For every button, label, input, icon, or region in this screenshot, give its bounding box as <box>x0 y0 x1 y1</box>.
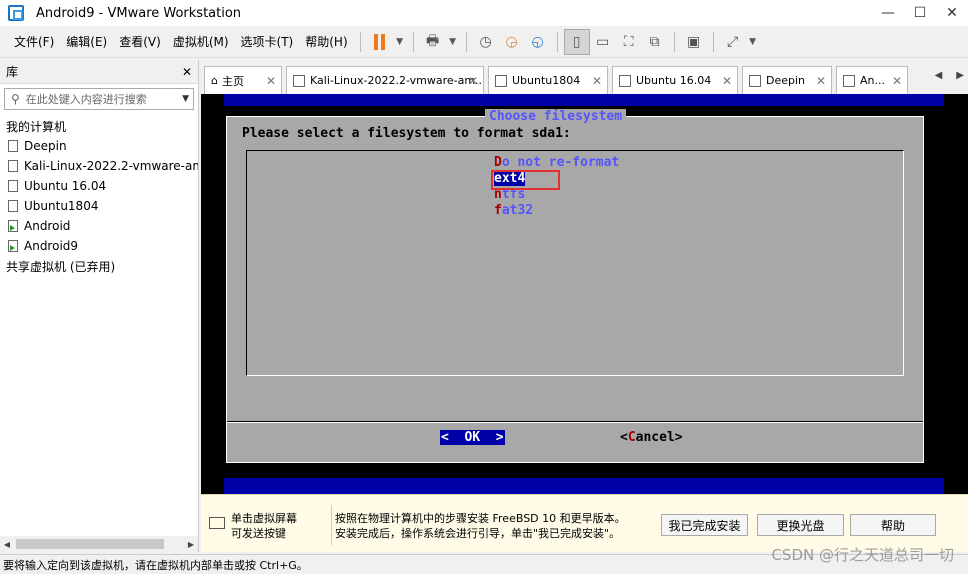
vm-icon <box>749 74 761 87</box>
menu-tabs[interactable]: 选项卡(T) <box>235 33 300 50</box>
send-ctrl-alt-del-button[interactable]: 🖶 <box>420 29 446 55</box>
menu-view[interactable]: 查看(V) <box>113 33 167 50</box>
stretch-guest-button[interactable]: ⤢ <box>720 29 746 55</box>
tab-home[interactable]: ⌂ 主页 ✕ <box>204 66 282 94</box>
stretch-dropdown-button[interactable]: ▼ <box>746 29 760 55</box>
vm-icon <box>8 140 18 152</box>
tab-kali[interactable]: Kali-Linux-2022.2-vmware-am... ✕ <box>286 66 484 94</box>
tab-close-icon[interactable]: ✕ <box>468 74 478 88</box>
tab-android[interactable]: An... ✕ <box>836 66 908 94</box>
tab-close-icon[interactable]: ✕ <box>816 74 826 88</box>
filesystem-dialog: Choose filesystem Please select a filesy… <box>226 109 924 463</box>
hint-instructions: 按照在物理计算机中的步骤安装 FreeBSD 10 和更早版本。 安装完成后，操… <box>335 512 626 540</box>
vm-tabs: ⌂ 主页 ✕ Kali-Linux-2022.2-vmware-am... ✕ Ubu… <box>200 60 968 94</box>
vm-tree: 我的计算机 Deepin Kali-Linux-2022.2-vmware-am… <box>0 116 198 276</box>
cancel-button[interactable]: <Cancel> <box>620 430 683 445</box>
pause-dropdown-button[interactable]: ▼ <box>393 29 407 55</box>
scroll-thumb[interactable] <box>16 539 164 549</box>
library-title: 库 <box>6 65 19 79</box>
library-search-input[interactable]: ⚲ 在此处键入内容进行搜索 ▼ <box>4 88 194 110</box>
vm-console[interactable]: Choose filesystem Please select a filesy… <box>201 94 968 494</box>
menu-vm[interactable]: 虚拟机(M) <box>167 33 235 50</box>
tree-vm-ubuntu1604[interactable]: Ubuntu 16.04 <box>0 176 198 196</box>
installation-done-button[interactable]: 我已完成安装 <box>661 514 748 536</box>
tree-vm-kali[interactable]: Kali-Linux-2022.2-vmware-am <box>0 156 198 176</box>
dialog-prompt: Please select a filesystem to format sda… <box>242 126 571 141</box>
tab-close-icon[interactable]: ✕ <box>266 74 276 88</box>
tab-close-icon[interactable]: ✕ <box>722 74 732 88</box>
window-title: Android9 - VMware Workstation <box>36 5 242 21</box>
tree-vm-ubuntu1804[interactable]: Ubuntu1804 <box>0 196 198 216</box>
tab-scroll-right-icon[interactable]: ▶ <box>956 70 964 81</box>
dialog-title: Choose filesystem <box>485 109 627 124</box>
tab-ubuntu1604[interactable]: Ubuntu 16.04 ✕ <box>612 66 738 94</box>
scroll-left-icon[interactable]: ◀ <box>0 540 14 549</box>
vm-icon <box>843 74 855 87</box>
scroll-right-icon[interactable]: ▶ <box>184 540 198 549</box>
snapshot-icon[interactable]: ◷ <box>473 29 499 55</box>
filesystem-list: Do not re-format ext4 ntfs fat32 <box>246 150 904 376</box>
ok-button[interactable]: < OK > <box>440 430 505 445</box>
pause-icon <box>374 33 386 50</box>
option-do-not-reformat[interactable]: Do not re-format <box>494 155 619 171</box>
maximize-button[interactable]: ☐ <box>904 0 936 26</box>
vm-running-icon <box>8 240 18 252</box>
tree-my-computer[interactable]: 我的计算机 <box>0 116 198 136</box>
vm-icon <box>8 160 18 172</box>
tab-ubuntu1804[interactable]: Ubuntu1804 ✕ <box>488 66 608 94</box>
sidebar-scrollbar[interactable]: ◀ ▶ <box>0 536 198 552</box>
tree-shared-vms[interactable]: 共享虚拟机 (已弃用) <box>0 256 198 276</box>
console-view-button[interactable]: ▣ <box>681 29 707 55</box>
status-text: 要将输入定向到该虚拟机，请在虚拟机内部单击或按 Ctrl+G。 <box>3 558 308 572</box>
hint-click-screen: 单击虚拟屏幕 可发送按键 <box>231 512 297 540</box>
close-button[interactable]: ✕ <box>936 0 968 26</box>
tab-deepin[interactable]: Deepin ✕ <box>742 66 832 94</box>
thumbnail-bar-button[interactable]: ▭ <box>590 29 616 55</box>
menu-bar: 文件(F) 编辑(E) 查看(V) 虚拟机(M) 选项卡(T) 帮助(H) ▼ … <box>0 26 968 58</box>
vm-icon <box>495 74 507 87</box>
vm-icon <box>8 180 18 192</box>
vm-icon <box>8 200 18 212</box>
tab-scroll-left-icon[interactable]: ◀ <box>935 70 943 81</box>
search-placeholder: 在此处键入内容进行搜索 <box>25 93 147 106</box>
tree-vm-android[interactable]: Android <box>0 216 198 236</box>
dialog-shadow <box>924 116 944 477</box>
full-screen-button[interactable]: ⛶ <box>616 29 642 55</box>
tree-vm-deepin[interactable]: Deepin <box>0 136 198 156</box>
minimize-button[interactable]: — <box>872 0 904 26</box>
menu-file[interactable]: 文件(F) <box>8 33 60 50</box>
search-icon: ⚲ <box>11 92 20 106</box>
console-top-bar <box>224 94 944 106</box>
menu-edit[interactable]: 编辑(E) <box>60 33 113 50</box>
vmware-logo-icon <box>8 5 24 21</box>
search-dropdown-icon[interactable]: ▼ <box>182 94 189 104</box>
option-fat32[interactable]: fat32 <box>494 203 619 219</box>
send-keys-dropdown-button[interactable]: ▼ <box>446 29 460 55</box>
dialog-shadow <box>242 463 944 477</box>
keyboard-icon <box>209 517 225 529</box>
vm-running-icon <box>8 220 18 232</box>
console-bottom-bar <box>224 478 944 494</box>
library-panel: 库 ✕ ⚲ 在此处键入内容进行搜索 ▼ 我的计算机 Deepin Kali-Li… <box>0 60 199 552</box>
vm-icon <box>293 74 305 87</box>
change-disc-button[interactable]: 更换光盘 <box>757 514 844 536</box>
tab-close-icon[interactable]: ✕ <box>592 74 602 88</box>
title-bar: Android9 - VMware Workstation — ☐ ✕ <box>0 0 968 26</box>
help-button[interactable]: 帮助 <box>850 514 936 536</box>
unity-button[interactable]: ⧉ <box>642 29 668 55</box>
pause-button[interactable] <box>367 29 393 55</box>
library-close-icon[interactable]: ✕ <box>182 65 192 79</box>
tab-close-icon[interactable]: ✕ <box>892 74 902 88</box>
show-library-button[interactable]: ▯ <box>563 28 590 55</box>
vm-icon <box>619 74 631 87</box>
watermark-text: CSDN @行之天道总司一切 <box>771 546 954 564</box>
revert-snapshot-icon[interactable]: ◶ <box>499 29 525 55</box>
tree-vm-android9[interactable]: Android9 <box>0 236 198 256</box>
highlight-annotation-box <box>491 170 560 190</box>
home-icon: ⌂ <box>211 74 218 87</box>
snapshot-manager-icon[interactable]: ◵ <box>525 29 551 55</box>
menu-help[interactable]: 帮助(H) <box>299 33 353 50</box>
